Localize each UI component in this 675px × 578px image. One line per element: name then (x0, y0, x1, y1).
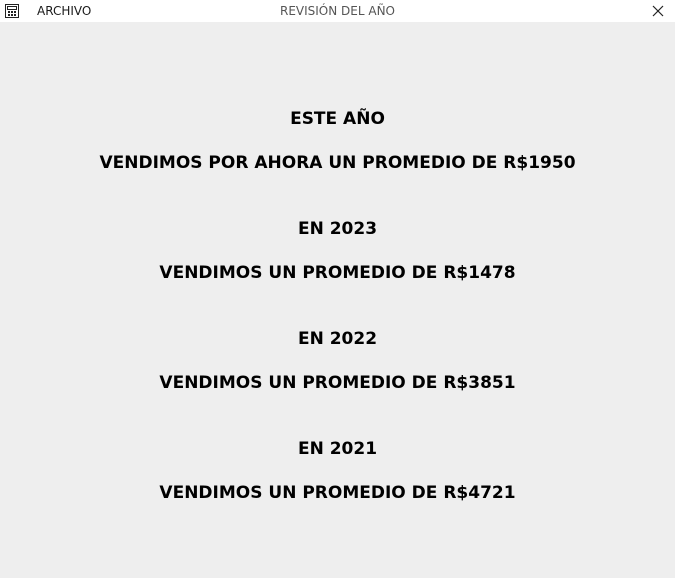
close-button[interactable] (646, 0, 670, 22)
year-heading: EN 2022 (297, 329, 378, 349)
year-text: VENDIMOS UN PROMEDIO DE R$4721 (159, 483, 516, 503)
window-title: REVISIÓN DEL AÑO (279, 4, 395, 18)
year-text: VENDIMOS UN PROMEDIO DE R$1478 (159, 263, 516, 283)
year-text: VENDIMOS UN PROMEDIO DE R$3851 (159, 373, 516, 393)
title-bar: ARCHIVO REVISIÓN DEL AÑO (0, 0, 675, 22)
current-year-text: VENDIMOS POR AHORA UN PROMEDIO DE R$1950 (99, 153, 576, 173)
year-heading: EN 2021 (297, 439, 378, 459)
current-year-heading: ESTE AÑO (290, 109, 385, 129)
close-icon (652, 2, 664, 21)
year-heading: EN 2023 (297, 219, 378, 239)
summary-panel: ESTE AÑO VENDIMOS POR AHORA UN PROMEDIO … (0, 22, 675, 578)
